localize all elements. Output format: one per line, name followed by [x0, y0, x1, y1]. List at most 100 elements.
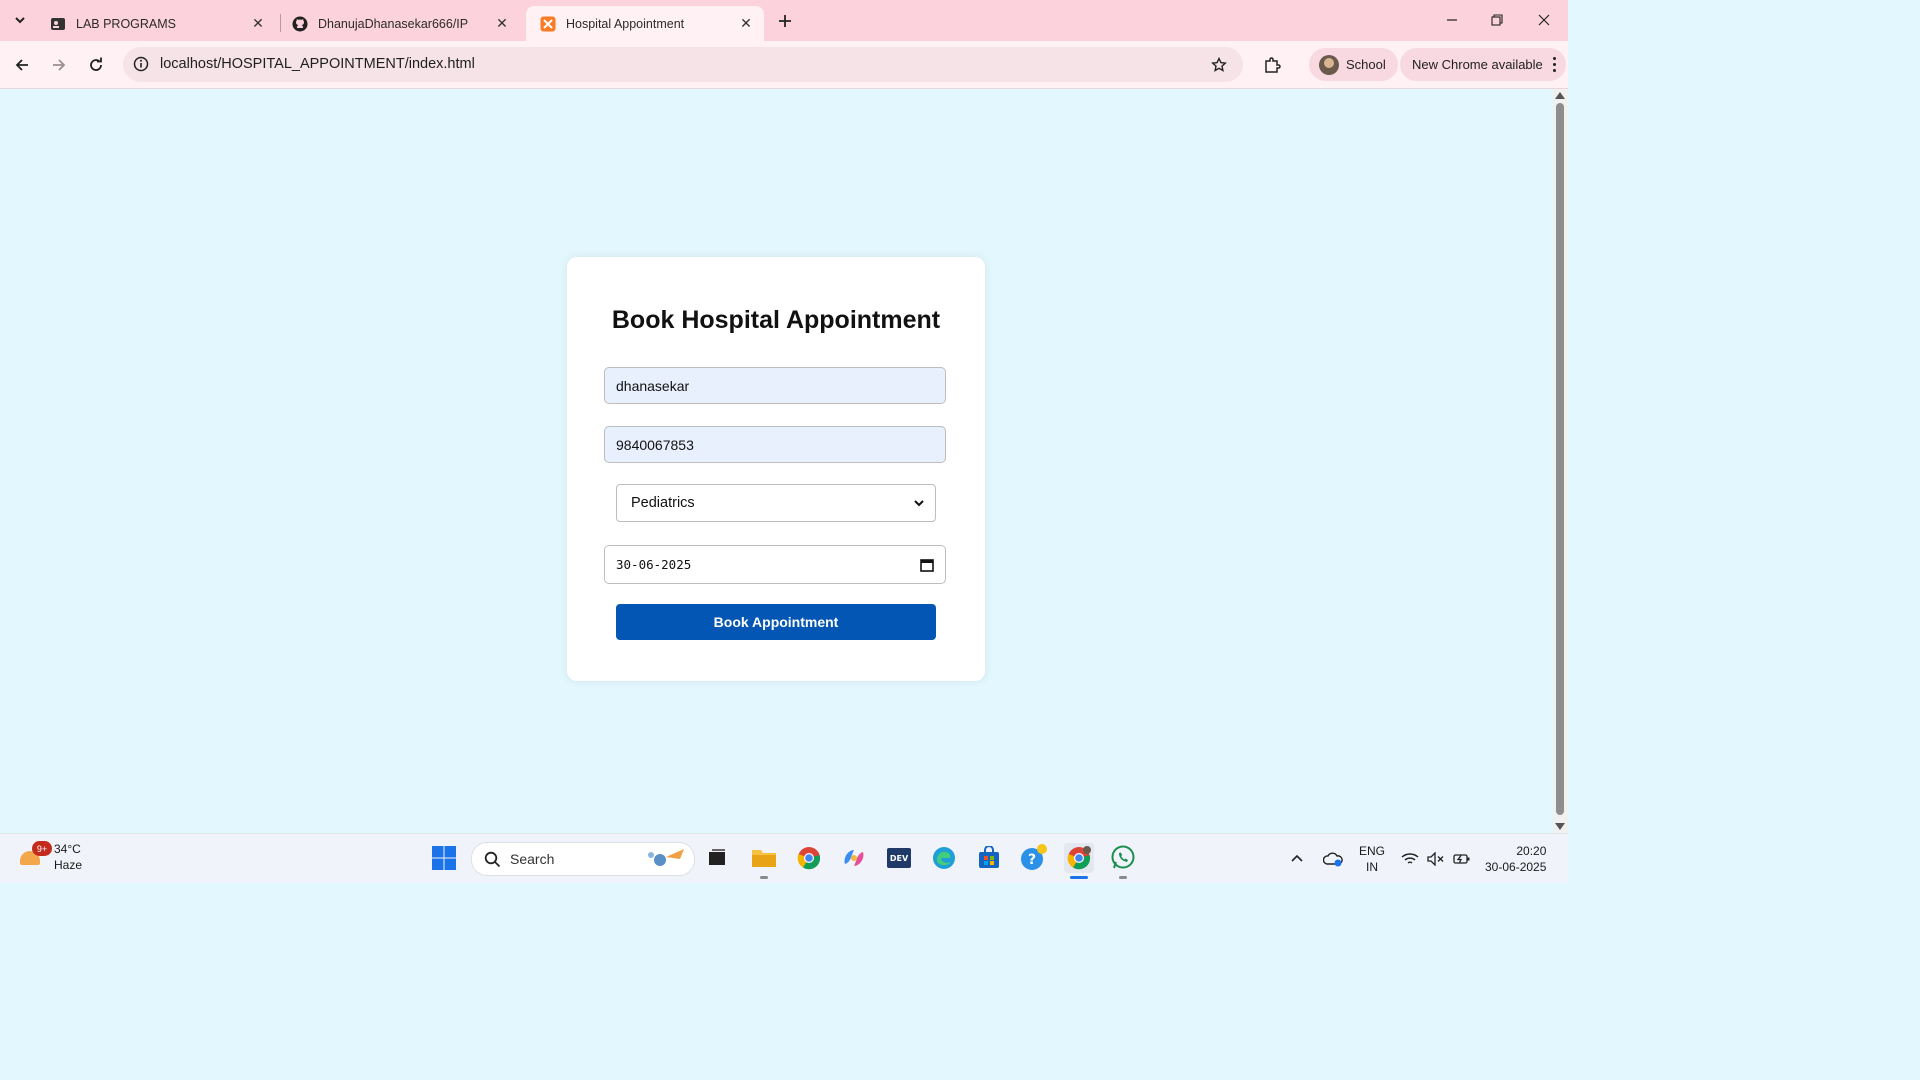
new-tab-button[interactable]: [773, 9, 797, 33]
close-icon[interactable]: ✕: [248, 14, 268, 34]
date-input[interactable]: 30-06-2025: [604, 545, 946, 584]
scroll-down-arrow-icon[interactable]: [1555, 823, 1565, 830]
task-view-icon: [709, 849, 725, 865]
dev-home-button[interactable]: DEV: [885, 844, 913, 872]
whatsapp-button[interactable]: [1109, 844, 1137, 872]
app-active-indicator: [1070, 876, 1088, 879]
store-icon: [979, 846, 999, 868]
tab-github-repo[interactable]: DhanujaDhanasekar666/IP ✕: [278, 6, 520, 41]
phone-input-value: 9840067853: [616, 436, 694, 453]
windows-taskbar: 9+ 34°C Haze Search DEV ? ENG IN 20:20 3…: [0, 833, 1568, 883]
weather-widget[interactable]: 9+ 34°C Haze: [18, 841, 82, 873]
close-icon: [1538, 14, 1550, 26]
tab-title: DhanujaDhanasekar666/IP: [318, 16, 469, 31]
extensions-button[interactable]: [1260, 53, 1284, 77]
help-button[interactable]: ?: [1020, 844, 1048, 872]
avatar: [1319, 54, 1339, 75]
person-card-icon: [50, 16, 66, 32]
close-icon[interactable]: ✕: [492, 14, 512, 34]
update-label: New Chrome available: [1412, 57, 1543, 72]
department-selected-value: Pediatrics: [631, 495, 695, 511]
clock-time: 20:20: [1516, 843, 1547, 858]
copilot-icon: [844, 850, 864, 866]
github-icon: [292, 16, 308, 32]
restore-button[interactable]: [1475, 6, 1519, 34]
book-appointment-button[interactable]: Book Appointment: [616, 604, 936, 640]
restore-icon: [1491, 14, 1503, 26]
search-highlight-icon: [640, 847, 686, 872]
site-info-icon[interactable]: [132, 55, 150, 73]
language-indicator[interactable]: ENG IN: [1359, 834, 1385, 883]
cloud-icon: [1323, 852, 1343, 866]
chrome-taskbar-button[interactable]: [795, 844, 823, 872]
kebab-menu-icon[interactable]: [1552, 57, 1556, 72]
scroll-thumb[interactable]: [1556, 103, 1564, 815]
whatsapp-icon: [1111, 845, 1135, 869]
address-bar[interactable]: localhost/HOSPITAL_APPOINTMENT/index.htm…: [123, 47, 1243, 82]
language-code: ENG: [1359, 843, 1386, 858]
calendar-icon[interactable]: [920, 558, 934, 572]
puzzle-piece-icon: [1265, 57, 1281, 73]
department-select[interactable]: Pediatrics: [616, 484, 936, 522]
arrow-right-icon: [53, 59, 66, 71]
url-text[interactable]: localhost/HOSPITAL_APPOINTMENT/index.htm…: [160, 56, 475, 72]
page-scrollbar[interactable]: [1553, 89, 1568, 833]
windows-logo-icon: [432, 846, 456, 870]
copilot-button[interactable]: [840, 844, 868, 872]
chrome-profile-taskbar-button[interactable]: [1064, 843, 1094, 873]
edge-button[interactable]: [930, 844, 958, 872]
tab-lab-programs[interactable]: LAB PROGRAMS ✕: [36, 6, 276, 41]
edge-icon: [933, 847, 955, 869]
bookmark-star-icon[interactable]: [1209, 55, 1229, 75]
weather-temperature: 34°C: [54, 842, 81, 856]
microsoft-store-button[interactable]: [975, 844, 1003, 872]
appointment-form-card: Book Hospital Appointment dhanasekar 984…: [567, 257, 985, 681]
tab-title: LAB PROGRAMS: [76, 16, 177, 31]
dev-icon: DEV: [887, 848, 911, 868]
phone-input[interactable]: 9840067853: [604, 426, 946, 463]
page-title: Book Hospital Appointment: [611, 306, 941, 334]
file-explorer-button[interactable]: [750, 844, 778, 872]
tab-hospital-appointment[interactable]: Hospital Appointment ✕: [526, 6, 764, 41]
name-input[interactable]: dhanasekar: [604, 367, 946, 404]
profile-label: School: [1346, 57, 1386, 72]
weather-icon: 9+: [18, 841, 52, 871]
taskbar-search-box[interactable]: Search: [471, 842, 695, 876]
minimize-button[interactable]: [1430, 6, 1474, 34]
start-button[interactable]: [430, 844, 458, 872]
page-viewport: Book Hospital Appointment dhanasekar 984…: [0, 89, 1553, 833]
chrome-icon: [1067, 846, 1091, 870]
profile-button[interactable]: School: [1309, 48, 1398, 81]
search-label: Search: [510, 851, 555, 867]
svg-text:DEV: DEV: [890, 854, 909, 863]
wifi-icon: [1401, 852, 1419, 864]
arrow-left-icon: [15, 59, 28, 71]
date-input-value: 30-06-2025: [616, 557, 692, 572]
system-status-tray[interactable]: [1401, 834, 1471, 883]
minimize-icon: [1447, 19, 1457, 21]
browser-toolbar: localhost/HOSPITAL_APPOINTMENT/index.htm…: [0, 41, 1568, 89]
onedrive-tray[interactable]: [1323, 834, 1343, 883]
tab-search-button[interactable]: [8, 8, 32, 32]
clock[interactable]: 20:20 30-06-2025: [1485, 834, 1546, 883]
browser-tab-strip: LAB PROGRAMS ✕ DhanujaDhanasekar666/IP ✕…: [0, 0, 1568, 41]
xampp-icon: [540, 16, 556, 32]
app-running-indicator: [1119, 876, 1127, 879]
close-window-button[interactable]: [1522, 6, 1566, 34]
back-button[interactable]: [10, 53, 34, 77]
notification-badge: 9+: [32, 841, 52, 856]
forward-button[interactable]: [47, 53, 71, 77]
chevron-up-icon: [1291, 854, 1303, 862]
tab-title: Hospital Appointment: [566, 16, 685, 31]
show-hidden-icons-button[interactable]: [1290, 834, 1304, 883]
task-view-button[interactable]: [703, 844, 731, 872]
chrome-update-button[interactable]: New Chrome available: [1400, 48, 1566, 81]
search-icon: [483, 850, 501, 868]
scroll-up-arrow-icon[interactable]: [1555, 92, 1565, 99]
region-code: IN: [1366, 859, 1378, 874]
svg-text:?: ?: [1028, 852, 1036, 868]
chrome-icon: [797, 847, 821, 870]
battery-charging-icon: [1453, 853, 1470, 864]
close-icon[interactable]: ✕: [736, 14, 756, 34]
reload-button[interactable]: [84, 53, 108, 77]
